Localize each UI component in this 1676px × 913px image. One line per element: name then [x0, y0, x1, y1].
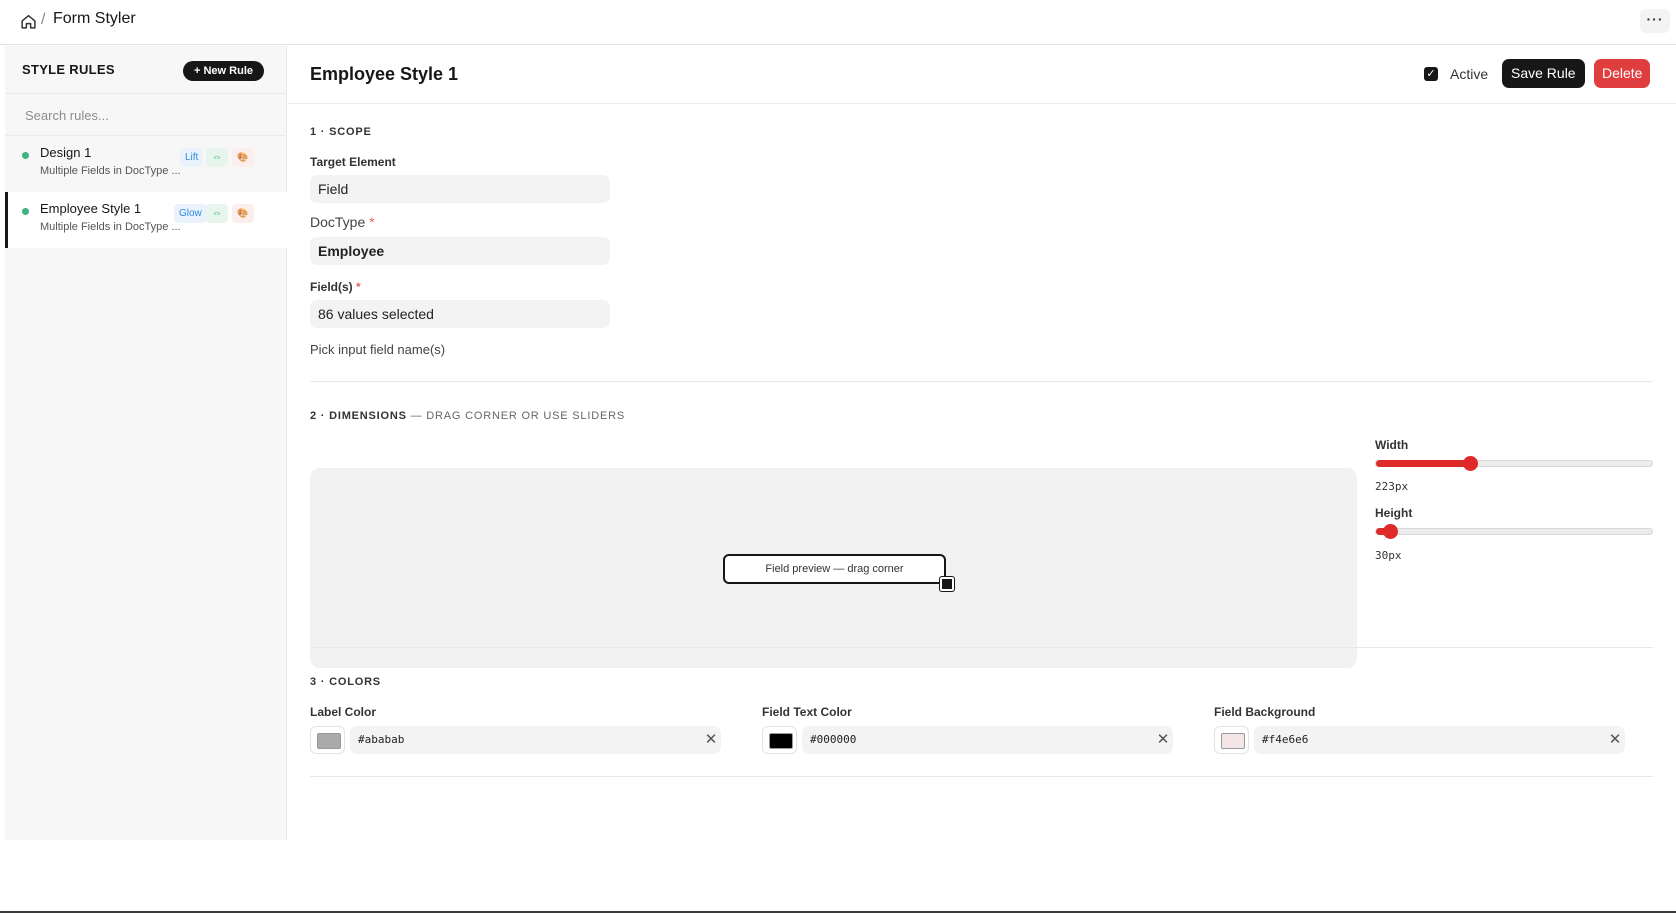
doctype-field[interactable]: Employee	[310, 237, 610, 265]
page-title: Form Styler	[53, 10, 136, 27]
rule-name: Design 1	[40, 145, 92, 160]
dimensions-heading: 2 · DIMENSIONS — DRAG CORNER OR USE SLID…	[310, 410, 625, 422]
rule-subtitle: Multiple Fields in DocType ...	[40, 221, 181, 233]
background-color-input[interactable]: #f4e6e6	[1254, 726, 1625, 754]
height-slider[interactable]	[1375, 524, 1653, 539]
width-label: Width	[1375, 438, 1409, 452]
label-color-picker[interactable]	[310, 726, 345, 754]
height-slider-thumb[interactable]	[1382, 524, 1398, 539]
width-slider-thumb[interactable]	[1462, 456, 1478, 471]
active-label: Active	[1450, 66, 1489, 82]
background-color-picker[interactable]	[1214, 726, 1249, 754]
active-checkbox[interactable]: ✓	[1424, 67, 1438, 81]
more-options-button[interactable]: ···	[1640, 9, 1670, 33]
status-dot	[22, 152, 29, 159]
editor-header: Employee Style 1 ✓ Active Save Rule Dele…	[288, 46, 1676, 104]
label-color-input[interactable]: #ababab	[350, 726, 721, 754]
width-slider-fill	[1376, 460, 1470, 467]
app-frame: STYLE RULES + New Rule Design 1 Multiple…	[5, 46, 1676, 840]
home-icon[interactable]	[20, 13, 37, 30]
top-bar: / Form Styler ···	[0, 0, 1676, 45]
rule-name: Employee Style 1	[40, 201, 142, 216]
sidebar: STYLE RULES + New Rule Design 1 Multiple…	[5, 46, 287, 840]
status-dot	[22, 208, 29, 215]
new-rule-button[interactable]: + New Rule	[183, 61, 264, 81]
color-badge-icon: 🎨	[232, 204, 254, 223]
target-element-label: Target Element	[310, 155, 396, 169]
scope-heading: 1 · SCOPE	[310, 126, 372, 138]
section-divider	[310, 776, 1653, 777]
text-color-picker[interactable]	[762, 726, 797, 754]
text-color-label: Field Text Color	[762, 705, 852, 719]
rule-editor: Employee Style 1 ✓ Active Save Rule Dele…	[288, 46, 1676, 840]
field-preview: Field preview — drag corner	[723, 554, 946, 584]
dimensions-heading-note: — DRAG CORNER OR USE SLIDERS	[406, 410, 625, 422]
save-rule-button[interactable]: Save Rule	[1502, 59, 1585, 88]
dimension-badge-icon: ⇔	[206, 148, 228, 167]
target-element-select[interactable]: Field	[310, 175, 610, 203]
dimension-preview-area: Field preview — drag corner	[310, 468, 1357, 668]
sidebar-title: STYLE RULES	[22, 62, 115, 77]
sidebar-header: STYLE RULES + New Rule	[5, 46, 287, 94]
search-box	[5, 94, 287, 136]
required-marker: *	[356, 280, 361, 294]
fields-help-text: Pick input field name(s)	[310, 342, 446, 357]
resize-handle[interactable]	[940, 577, 954, 591]
colors-heading: 3 · COLORS	[310, 676, 381, 688]
doctype-label: DocType *	[310, 214, 375, 230]
rule-title: Employee Style 1	[310, 64, 459, 84]
height-value: 30px	[1375, 549, 1402, 562]
required-marker: *	[369, 214, 375, 230]
search-input[interactable]	[25, 103, 265, 127]
clear-text-color-icon[interactable]: ✕	[1154, 731, 1172, 749]
fields-multiselect[interactable]: 86 values selected	[310, 300, 610, 328]
color-badge-icon: 🎨	[232, 148, 254, 167]
text-color-input[interactable]: #000000	[802, 726, 1173, 754]
effect-badge: Glow	[174, 204, 207, 223]
rule-subtitle: Multiple Fields in DocType ...	[40, 165, 181, 177]
clear-label-color-icon[interactable]: ✕	[702, 731, 720, 749]
background-color-swatch	[1221, 733, 1245, 749]
height-label: Height	[1375, 506, 1413, 520]
text-color-swatch	[769, 733, 793, 749]
rule-list-item-active[interactable]: Employee Style 1 Multiple Fields in DocT…	[5, 192, 287, 248]
section-divider	[310, 647, 1653, 648]
label-color-label: Label Color	[310, 705, 377, 719]
delete-button[interactable]: Delete	[1594, 59, 1651, 88]
clear-background-color-icon[interactable]: ✕	[1606, 731, 1624, 749]
label-color-swatch	[317, 733, 341, 749]
fields-label: Field(s) *	[310, 280, 361, 294]
breadcrumb-separator: /	[41, 11, 46, 28]
rule-list-item[interactable]: Design 1 Multiple Fields in DocType ... …	[5, 136, 287, 192]
width-slider[interactable]	[1375, 456, 1653, 471]
background-color-label: Field Background	[1214, 705, 1316, 719]
dimension-badge-icon: ⇔	[206, 204, 228, 223]
section-divider	[310, 381, 1653, 382]
width-value: 223px	[1375, 480, 1409, 493]
effect-badge: Lift	[180, 148, 204, 167]
